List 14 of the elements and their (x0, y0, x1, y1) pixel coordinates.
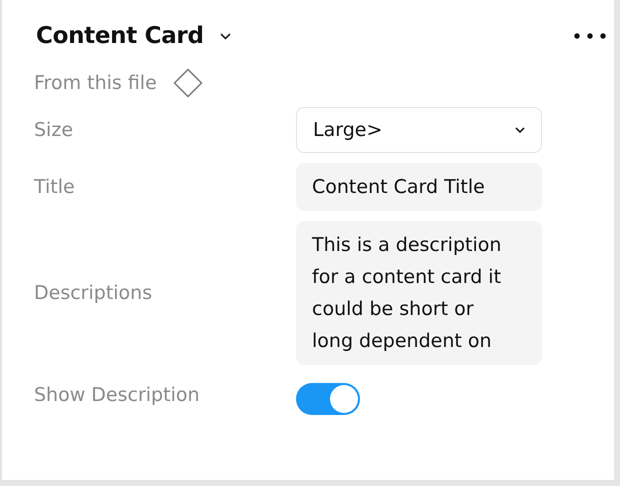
source-text: From this file (34, 72, 157, 94)
property-label: Descriptions (34, 282, 154, 304)
caret-icon (515, 127, 525, 133)
size-select[interactable]: Large> (296, 107, 542, 153)
text-area[interactable]: This is a description for a content card it could be short or long dependent on (296, 221, 542, 365)
property-label: Show Description (34, 384, 201, 406)
property-label: Size (34, 119, 74, 141)
diamond-icon (172, 68, 203, 98)
component-title: Content Card (36, 23, 204, 49)
more-icon[interactable] (574, 33, 606, 39)
property-label: Title (34, 176, 76, 198)
input-field[interactable]: Content Card Title (296, 163, 542, 211)
toggle-switch[interactable] (296, 383, 360, 415)
chevron-down-icon[interactable] (220, 32, 231, 40)
